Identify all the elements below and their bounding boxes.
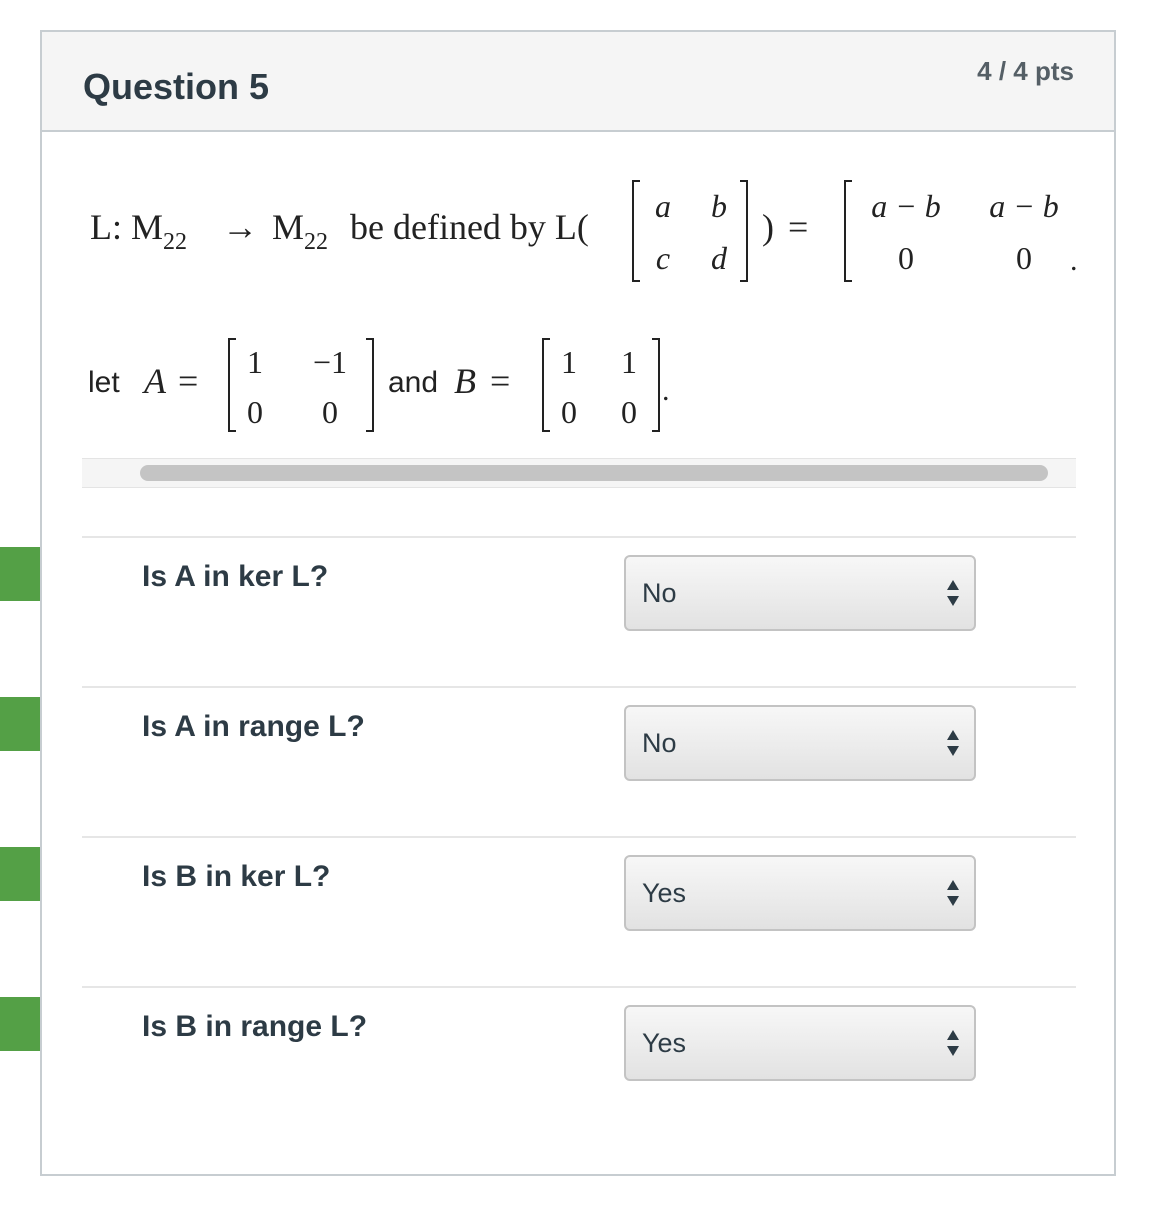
matrix-a-cell: 0 bbox=[322, 394, 338, 430]
horizontal-scrollbar[interactable] bbox=[82, 458, 1076, 488]
definition-period: . bbox=[1070, 244, 1078, 277]
question-title: Question 5 bbox=[83, 66, 270, 107]
answer-dropdown[interactable]: Yes bbox=[624, 1005, 976, 1081]
input-matrix-cell: a bbox=[655, 188, 671, 224]
dropdown-selected-value: Yes bbox=[642, 1028, 687, 1058]
matrix-b-cell: 0 bbox=[621, 394, 637, 430]
up-down-arrows-icon bbox=[947, 1030, 959, 1056]
answer-prompt: Is B in ker L? bbox=[142, 860, 331, 893]
codomain-subscript: 22 bbox=[304, 229, 329, 255]
output-matrix: a − b a − b 0 0 bbox=[844, 180, 1082, 282]
matrix-a-symbol: A bbox=[144, 361, 166, 401]
answer-prompt: Is A in range L? bbox=[142, 710, 365, 743]
equals-sign: = bbox=[788, 207, 809, 247]
matrix-b-cell: 1 bbox=[621, 344, 637, 380]
defined-by-text: be defined by L( bbox=[350, 207, 589, 247]
up-down-arrows-icon bbox=[947, 880, 959, 906]
map-domain: L: M22 bbox=[90, 206, 187, 255]
up-down-arrows-icon bbox=[947, 730, 959, 756]
dropdown-selected-value: Yes bbox=[642, 878, 687, 908]
question-points: 4 / 4 pts bbox=[977, 56, 1074, 86]
and-text: and bbox=[388, 366, 439, 399]
answer-dropdown[interactable]: Yes bbox=[624, 855, 976, 931]
input-matrix-cell: b bbox=[711, 188, 727, 224]
matrix-a-cell: 0 bbox=[247, 394, 263, 430]
answer-dropdown[interactable]: No bbox=[624, 705, 976, 781]
matrix-b-cell: 0 bbox=[561, 394, 577, 430]
answer-prompt: Is A in ker L? bbox=[142, 560, 329, 593]
input-matrix-cell: d bbox=[711, 240, 727, 276]
question-header: Question 5 4 / 4 pts bbox=[42, 32, 1114, 132]
let-text: let bbox=[88, 366, 120, 399]
let-period: . bbox=[662, 374, 670, 407]
input-matrix-cell: c bbox=[655, 240, 671, 276]
input-matrix: a b c d bbox=[632, 180, 748, 282]
scrollbar-thumb[interactable] bbox=[140, 465, 1048, 481]
domain-subscript: 22 bbox=[163, 229, 188, 255]
output-matrix-cell: a − b bbox=[989, 188, 1059, 224]
output-matrix-cell: a − b bbox=[871, 188, 941, 224]
matrix-b-symbol: B bbox=[454, 361, 476, 401]
equals-sign: = bbox=[490, 361, 511, 401]
close-paren: ) bbox=[762, 207, 774, 247]
map-codomain: M22 bbox=[272, 206, 328, 255]
map-prefix: L: M bbox=[90, 207, 164, 247]
dropdown-selected-value: No bbox=[642, 578, 677, 608]
output-matrix-cell: 0 bbox=[1016, 240, 1032, 276]
answer-row: Is B in range L? Yes bbox=[82, 986, 1076, 1136]
output-matrix-cell: 0 bbox=[898, 240, 914, 276]
matrix-a-cell: 1 bbox=[247, 344, 263, 380]
matrix-a: 1 −1 0 0 bbox=[228, 338, 374, 432]
answer-row: Is A in ker L? No bbox=[82, 536, 1076, 686]
let-line: let A = 1 −1 0 0 and B = 1 1 0 0 . bbox=[48, 330, 1048, 440]
matrix-a-cell: −1 bbox=[312, 344, 348, 380]
map-arrow: → bbox=[222, 207, 258, 247]
matrix-b-cell: 1 bbox=[561, 344, 577, 380]
equals-sign: = bbox=[178, 361, 199, 401]
answer-list: Is A in ker L? No Is A in range L? No Is… bbox=[82, 536, 1076, 1136]
up-down-arrows-icon bbox=[947, 580, 959, 606]
matrix-b: 1 1 0 0 bbox=[542, 338, 660, 432]
answer-row: Is B in ker L? Yes bbox=[82, 836, 1076, 986]
definition-line: L: M22 → M22 be defined by L( a b c d ) … bbox=[50, 180, 1080, 290]
codomain-letter: M bbox=[272, 207, 305, 247]
answer-prompt: Is B in range L? bbox=[142, 1010, 368, 1043]
dropdown-selected-value: No bbox=[642, 728, 677, 758]
answer-dropdown[interactable]: No bbox=[624, 555, 976, 631]
answer-row: Is A in range L? No bbox=[82, 686, 1076, 836]
